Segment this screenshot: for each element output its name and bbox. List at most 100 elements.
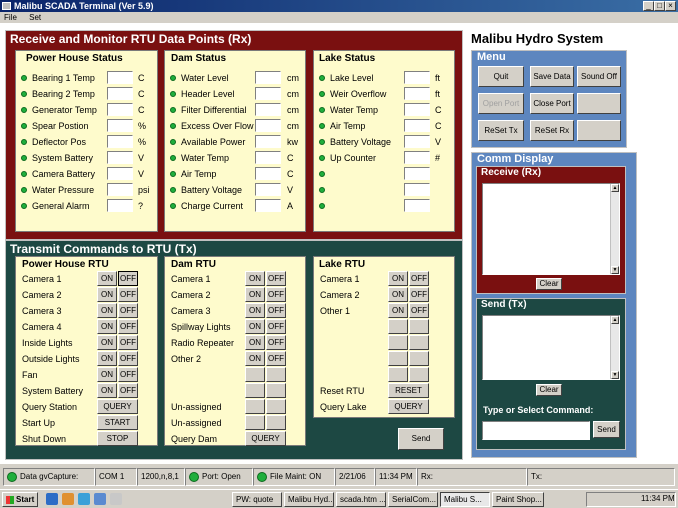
maximize-button[interactable]: □ xyxy=(654,1,665,11)
unassigned-button[interactable] xyxy=(266,367,286,382)
on-button-inside-lights[interactable]: ON xyxy=(97,335,117,350)
unassigned-button[interactable] xyxy=(245,399,265,414)
close-port-button[interactable]: Close Port xyxy=(530,93,574,114)
off-button-fan[interactable]: OFF xyxy=(118,367,138,382)
unassigned-button[interactable] xyxy=(245,367,265,382)
on-button-camera-2[interactable]: ON xyxy=(245,287,265,302)
off-button-other-1[interactable]: OFF xyxy=(409,303,429,318)
unassigned-button[interactable] xyxy=(266,399,286,414)
point-unit: kw xyxy=(287,137,298,147)
menu-set[interactable]: Set xyxy=(29,13,41,22)
off-button-camera-1[interactable]: OFF xyxy=(409,271,429,286)
off-button-radio-repeater[interactable]: OFF xyxy=(266,335,286,350)
on-button-camera-2[interactable]: ON xyxy=(97,287,117,302)
on-button-camera-3[interactable]: ON xyxy=(97,303,117,318)
off-button-spillway-lights[interactable]: OFF xyxy=(266,319,286,334)
on-button-camera-1[interactable]: ON xyxy=(245,271,265,286)
off-button-inside-lights[interactable]: OFF xyxy=(118,335,138,350)
send-scrollbar[interactable]: ▲ ▼ xyxy=(610,316,619,379)
shut-down-button[interactable]: STOP xyxy=(97,431,138,446)
on-button-other-2[interactable]: ON xyxy=(245,351,265,366)
taskbar-item-malibu-s[interactable]: Malibu S... xyxy=(440,492,490,507)
open-port-button[interactable]: Open Port xyxy=(478,93,524,114)
off-button-outside-lights[interactable]: OFF xyxy=(118,351,138,366)
scroll-up-icon[interactable]: ▲ xyxy=(611,316,619,324)
comm-send-button[interactable]: Send xyxy=(593,421,620,438)
taskbar-item-pw-quote[interactable]: PW: quote xyxy=(232,492,282,507)
save-data-button[interactable]: Save Data xyxy=(530,66,574,87)
on-button-spillway-lights[interactable]: ON xyxy=(245,319,265,334)
tx-send-button[interactable]: Send xyxy=(398,428,444,450)
taskbar-item-malibu-hyd[interactable]: Malibu Hyd... xyxy=(284,492,334,507)
command-input[interactable] xyxy=(482,421,590,440)
receive-textarea[interactable]: ▲ ▼ xyxy=(482,183,620,275)
quit-button[interactable]: Quit xyxy=(478,66,524,87)
off-button-camera-3[interactable]: OFF xyxy=(266,303,286,318)
off-button-other-2[interactable]: OFF xyxy=(266,351,286,366)
explorer-icon[interactable] xyxy=(94,493,106,505)
browser-icon[interactable] xyxy=(46,493,58,505)
query-station-button[interactable]: QUERY xyxy=(97,399,138,414)
scroll-up-icon[interactable]: ▲ xyxy=(611,184,619,192)
menu-file[interactable]: File xyxy=(4,13,17,22)
start-button[interactable]: Start xyxy=(2,492,38,507)
off-button-system-battery[interactable]: OFF xyxy=(118,383,138,398)
close-button[interactable]: × xyxy=(665,1,676,11)
off-button-camera-4[interactable]: OFF xyxy=(118,319,138,334)
minimize-button[interactable]: _ xyxy=(643,1,654,11)
dam-rtu-box: Dam RTU Camera 1 ON OFF Camera 2 ON OFF Camera… xyxy=(164,256,306,446)
on-button-camera-1[interactable]: ON xyxy=(97,271,117,286)
off-button-camera-2[interactable]: OFF xyxy=(409,287,429,302)
scroll-down-icon[interactable]: ▼ xyxy=(611,266,619,274)
off-button-camera-1[interactable]: OFF xyxy=(118,271,138,286)
unassigned-button[interactable] xyxy=(388,351,408,366)
clear-send-button[interactable]: Clear xyxy=(536,384,562,396)
receive-scrollbar[interactable]: ▲ ▼ xyxy=(610,184,619,274)
off-button-camera-3[interactable]: OFF xyxy=(118,303,138,318)
unassigned-button[interactable] xyxy=(409,351,429,366)
off-button-camera-1[interactable]: OFF xyxy=(266,271,286,286)
on-button-camera-3[interactable]: ON xyxy=(245,303,265,318)
blank-menu-button-2[interactable] xyxy=(577,120,621,141)
blank-menu-button-1[interactable] xyxy=(577,93,621,114)
unassigned-button[interactable] xyxy=(266,415,286,430)
unassigned-button[interactable] xyxy=(409,335,429,350)
on-button-outside-lights[interactable]: ON xyxy=(97,351,117,366)
sound-off-button[interactable]: Sound Off xyxy=(577,66,621,87)
reset-rx-button[interactable]: ReSet Rx xyxy=(530,120,574,141)
on-button-camera-1[interactable]: ON xyxy=(388,271,408,286)
clear-receive-button[interactable]: Clear xyxy=(536,278,562,290)
unassigned-button[interactable] xyxy=(409,367,429,382)
point-unit: A xyxy=(287,201,294,211)
reset-rtu-button[interactable]: RESET xyxy=(388,383,429,398)
taskbar-item-scada-htm[interactable]: scada.htm ... xyxy=(336,492,386,507)
unassigned-button[interactable] xyxy=(245,383,265,398)
unassigned-button[interactable] xyxy=(245,415,265,430)
unassigned-button[interactable] xyxy=(388,367,408,382)
scroll-down-icon[interactable]: ▼ xyxy=(611,371,619,379)
on-button-fan[interactable]: ON xyxy=(97,367,117,382)
unassigned-button[interactable] xyxy=(266,383,286,398)
unassigned-button[interactable] xyxy=(388,319,408,334)
unassigned-button[interactable] xyxy=(409,319,429,334)
unassigned-button[interactable] xyxy=(388,335,408,350)
taskbar-item-serialcom[interactable]: SerialCom... xyxy=(388,492,438,507)
off-button-camera-2[interactable]: OFF xyxy=(266,287,286,302)
on-button-camera-2[interactable]: ON xyxy=(388,287,408,302)
on-button-system-battery[interactable]: ON xyxy=(97,383,117,398)
point-unit: V xyxy=(138,169,145,179)
query-dam-button[interactable]: QUERY xyxy=(245,431,286,446)
media-player-icon[interactable] xyxy=(78,493,90,505)
reset-tx-button[interactable]: ReSet Tx xyxy=(478,120,524,141)
taskbar-item-paint-shop[interactable]: Paint Shop... xyxy=(492,492,544,507)
on-button-other-1[interactable]: ON xyxy=(388,303,408,318)
on-button-camera-4[interactable]: ON xyxy=(97,319,117,334)
outlook-icon[interactable] xyxy=(62,493,74,505)
desktop-icon[interactable] xyxy=(110,493,122,505)
off-button-camera-2[interactable]: OFF xyxy=(118,287,138,302)
query-lake-button[interactable]: QUERY xyxy=(388,399,429,414)
on-button-radio-repeater[interactable]: ON xyxy=(245,335,265,350)
send-textarea[interactable]: ▲ ▼ xyxy=(482,315,620,380)
status-indicator-icon xyxy=(319,107,325,113)
start-up-button[interactable]: START xyxy=(97,415,138,430)
